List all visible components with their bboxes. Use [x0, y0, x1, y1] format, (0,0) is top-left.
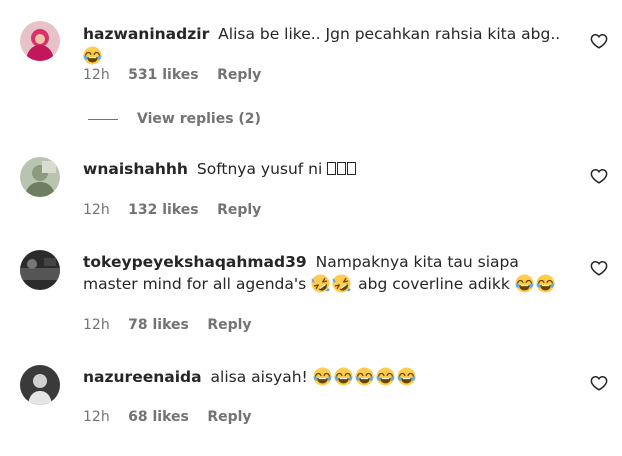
avatar[interactable]	[20, 250, 60, 290]
view-replies-label[interactable]: View replies (2)	[137, 110, 261, 128]
comment-username[interactable]: tokeypeyekshaqahmad39	[83, 253, 307, 271]
reply-button[interactable]: Reply	[217, 67, 261, 83]
like-heart-icon[interactable]	[590, 259, 608, 277]
comment-meta: 12h 68 likes Reply	[83, 408, 266, 426]
comment-text: tokeypeyekshaqahmad39 Nampaknya kita tau…	[83, 251, 561, 295]
face-with-tears-of-joy-icon	[376, 367, 395, 386]
comment-time: 12h	[83, 317, 110, 333]
comment-likes[interactable]: 531 likes	[128, 67, 198, 83]
comment-text: hazwaninadzir Alisa be like.. Jgn pecahk…	[83, 23, 561, 67]
comment-body: alisa aisyah!	[210, 368, 308, 386]
comment-time: 12h	[83, 409, 110, 425]
like-heart-icon[interactable]	[590, 32, 608, 50]
avatar[interactable]	[20, 157, 60, 197]
face-with-tears-of-joy-icon	[83, 46, 102, 65]
comment-text: wnaishahhh Softnya yusuf ni	[83, 158, 561, 180]
comment-username[interactable]: nazureenaida	[83, 368, 202, 386]
comment-username[interactable]: wnaishahhh	[83, 160, 188, 178]
comment-meta: 12h 132 likes Reply	[83, 201, 275, 219]
view-replies-line	[88, 119, 118, 120]
comment-likes[interactable]: 132 likes	[128, 202, 198, 218]
comment-username[interactable]: hazwaninadzir	[83, 25, 209, 43]
box-glyph-icon	[327, 162, 337, 175]
comment-body-part2: abg coverline adikk	[358, 275, 510, 293]
face-with-tears-of-joy-icon	[313, 367, 332, 386]
comment-likes[interactable]: 68 likes	[128, 409, 189, 425]
face-with-tears-of-joy-icon	[515, 274, 534, 293]
comment-time: 12h	[83, 202, 110, 218]
face-with-tears-of-joy-icon	[334, 367, 353, 386]
avatar[interactable]	[20, 21, 60, 61]
comment-body: Softnya yusuf ni	[196, 160, 323, 178]
like-heart-icon[interactable]	[590, 374, 608, 392]
avatar[interactable]	[20, 365, 60, 405]
box-glyph-icon	[337, 162, 347, 175]
box-glyph-icon	[347, 162, 357, 175]
face-with-tears-of-joy-icon	[397, 367, 416, 386]
comment-meta: 12h 78 likes Reply	[83, 316, 266, 334]
reply-button[interactable]: Reply	[207, 317, 251, 333]
reply-button[interactable]: Reply	[217, 202, 261, 218]
comment-text: nazureenaida alisa aisyah!	[83, 366, 561, 388]
face-with-tears-of-joy-icon	[536, 274, 555, 293]
comment-body: Alisa be like.. Jgn pecahkan rahsia kita…	[218, 25, 561, 43]
comment-meta: 12h 531 likes Reply	[83, 66, 275, 84]
rolling-on-floor-laughing-icon	[311, 274, 330, 293]
face-with-tears-of-joy-icon	[355, 367, 374, 386]
comment-likes[interactable]: 78 likes	[128, 317, 189, 333]
rolling-on-floor-laughing-icon	[332, 274, 351, 293]
like-heart-icon[interactable]	[590, 167, 608, 185]
reply-button[interactable]: Reply	[207, 409, 251, 425]
comment-time: 12h	[83, 67, 110, 83]
